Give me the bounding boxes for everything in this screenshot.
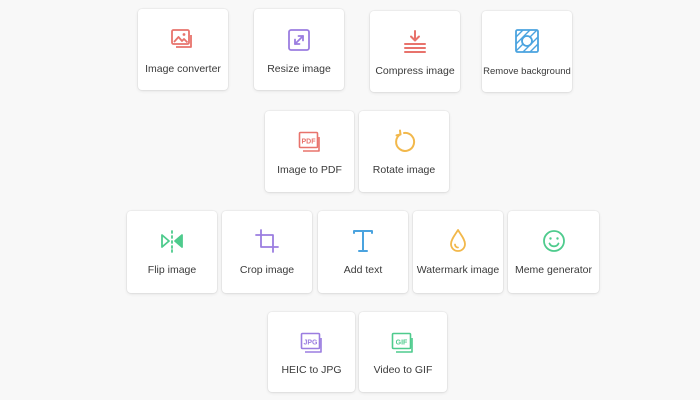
tool-add-text[interactable]: Add text	[318, 211, 408, 293]
tool-rotate-image[interactable]: Rotate image	[359, 111, 449, 192]
svg-text:JPG: JPG	[303, 339, 318, 346]
svg-text:GIF: GIF	[396, 339, 408, 346]
pdf-icon: PDF	[297, 130, 323, 156]
tool-label: Compress image	[375, 65, 455, 77]
tool-flip-image[interactable]: Flip image	[127, 211, 217, 293]
tool-label: Video to GIF	[373, 364, 433, 376]
resize-icon	[286, 27, 312, 53]
smiley-icon	[541, 228, 567, 254]
rotate-icon	[391, 129, 417, 155]
svg-text:PDF: PDF	[301, 138, 316, 145]
crop-icon	[254, 228, 280, 254]
tool-label: Resize image	[267, 63, 331, 75]
remove-background-icon	[514, 28, 540, 54]
tool-label: Image converter	[145, 63, 221, 75]
tool-label: Flip image	[147, 264, 197, 276]
tool-label: Remove background	[483, 66, 571, 77]
tool-crop-image[interactable]: Crop image	[222, 211, 312, 293]
tool-label: Add text	[343, 264, 383, 276]
text-icon	[350, 228, 376, 254]
compress-icon	[402, 29, 428, 55]
images-icon	[170, 27, 196, 53]
tool-label: Meme generator	[514, 264, 593, 276]
tool-compress-image[interactable]: Compress image	[370, 11, 460, 92]
tool-heic-to-jpg[interactable]: JPG HEIC to JPG	[268, 312, 355, 392]
tool-label: Crop image	[239, 264, 295, 276]
tool-video-to-gif[interactable]: GIF Video to GIF	[359, 312, 447, 392]
tools-grid: Image converter Resize image Compress im…	[0, 0, 700, 400]
tool-image-converter[interactable]: Image converter	[138, 9, 228, 90]
flip-icon	[159, 228, 185, 254]
tool-remove-background[interactable]: Remove background	[482, 11, 572, 92]
tool-watermark-image[interactable]: Watermark image	[413, 211, 503, 293]
tool-label: HEIC to JPG	[281, 364, 342, 376]
tool-meme-generator[interactable]: Meme generator	[508, 211, 599, 293]
tool-resize-image[interactable]: Resize image	[254, 9, 344, 90]
tool-label: Image to PDF	[277, 164, 342, 176]
tool-image-to-pdf[interactable]: PDF Image to PDF	[265, 111, 354, 192]
tool-label: Watermark image	[416, 264, 500, 276]
tool-label: Rotate image	[372, 164, 436, 176]
jpg-icon: JPG	[299, 331, 325, 357]
droplet-icon	[445, 228, 471, 254]
gif-icon: GIF	[390, 331, 416, 357]
